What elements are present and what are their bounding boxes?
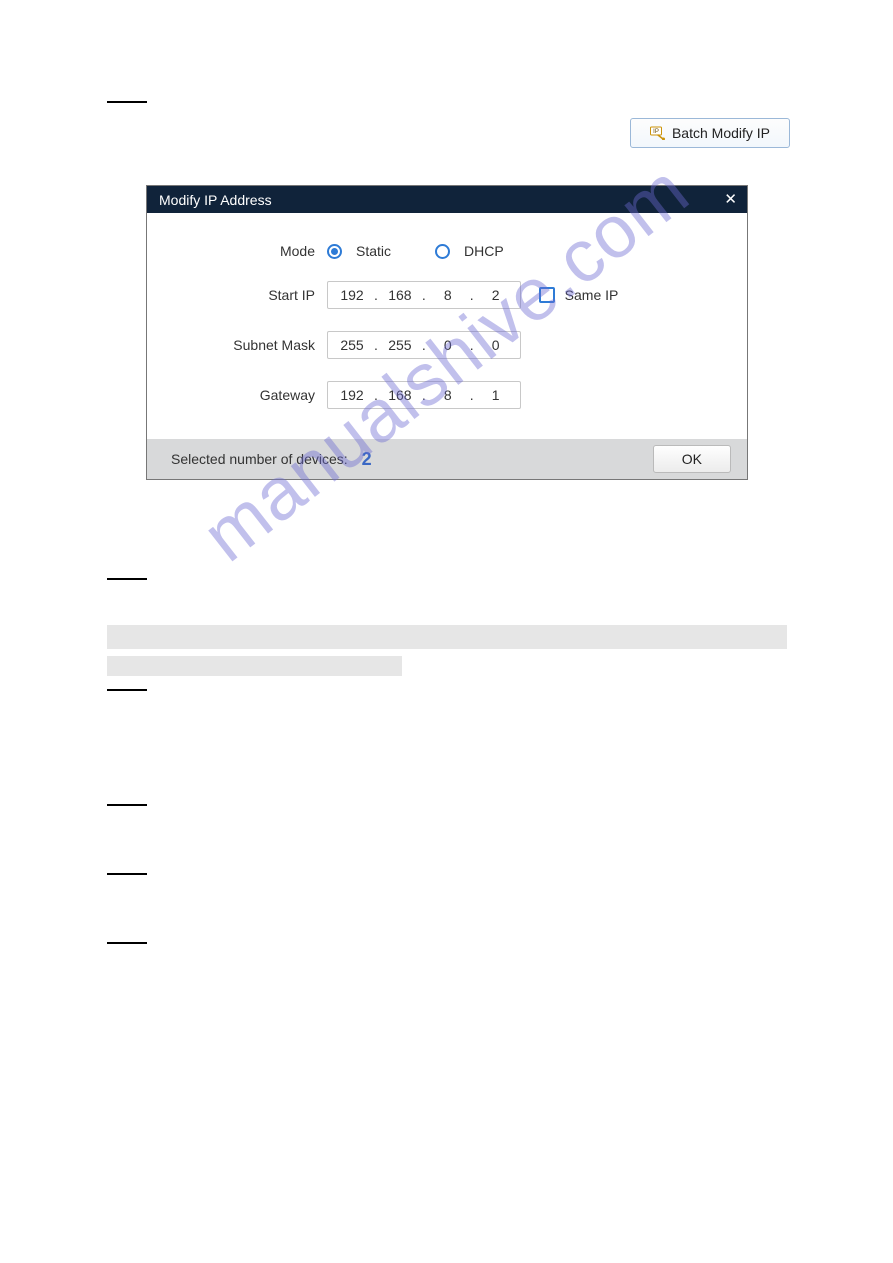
start-ip-octet-2[interactable] <box>380 287 420 303</box>
close-icon[interactable]: ✕ <box>724 192 737 207</box>
radio-dhcp[interactable] <box>435 244 450 259</box>
modify-ip-dialog: Modify IP Address ✕ Mode Static DHCP Sta… <box>146 185 748 480</box>
gateway-octet-1[interactable] <box>332 387 372 403</box>
mode-label: Mode <box>167 243 327 259</box>
ip-dot-icon: . <box>420 287 428 303</box>
ip-wrench-icon: IP <box>650 126 666 140</box>
gateway-input-group: . . . <box>327 381 521 409</box>
subnet-label: Subnet Mask <box>167 337 327 353</box>
svg-text:IP: IP <box>653 129 659 135</box>
gateway-label: Gateway <box>167 387 327 403</box>
ip-dot-icon: . <box>372 337 380 353</box>
same-ip-checkbox[interactable] <box>539 287 555 303</box>
radio-dhcp-label: DHCP <box>464 243 504 259</box>
ip-dot-icon: . <box>468 387 476 403</box>
ip-dot-icon: . <box>372 387 380 403</box>
ip-dot-icon: . <box>468 287 476 303</box>
dialog-body: Mode Static DHCP Start IP . . . Same IP <box>147 213 747 439</box>
grey-bar-2 <box>107 656 402 676</box>
subnet-octet-4[interactable] <box>476 337 516 353</box>
row-gateway: Gateway . . . <box>167 381 727 409</box>
row-subnet: Subnet Mask . . . <box>167 331 727 359</box>
subnet-octet-2[interactable] <box>380 337 420 353</box>
decor-line-6 <box>107 942 147 944</box>
start-ip-label: Start IP <box>167 287 327 303</box>
radio-static-label: Static <box>356 243 391 259</box>
decor-line-2 <box>107 578 147 580</box>
row-mode: Mode Static DHCP <box>167 243 727 259</box>
ip-dot-icon: . <box>420 387 428 403</box>
footer-left: Selected number of devices: 2 <box>171 449 372 470</box>
batch-modify-ip-label: Batch Modify IP <box>672 125 770 141</box>
subnet-octet-1[interactable] <box>332 337 372 353</box>
ip-dot-icon: . <box>468 337 476 353</box>
subnet-octet-3[interactable] <box>428 337 468 353</box>
row-start-ip: Start IP . . . Same IP <box>167 281 727 309</box>
ok-button[interactable]: OK <box>653 445 731 473</box>
dialog-title-text: Modify IP Address <box>159 192 272 208</box>
batch-modify-ip-button[interactable]: IP Batch Modify IP <box>630 118 790 148</box>
mode-radio-group: Static DHCP <box>327 243 504 259</box>
dialog-titlebar: Modify IP Address ✕ <box>147 186 747 213</box>
grey-bar-1 <box>107 625 787 649</box>
start-ip-octet-1[interactable] <box>332 287 372 303</box>
same-ip-label: Same IP <box>565 287 619 303</box>
selected-devices-label: Selected number of devices: <box>171 451 348 467</box>
decor-line-5 <box>107 873 147 875</box>
subnet-input-group: . . . <box>327 331 521 359</box>
start-ip-input-group: . . . <box>327 281 521 309</box>
start-ip-octet-3[interactable] <box>428 287 468 303</box>
ip-dot-icon: . <box>372 287 380 303</box>
radio-static[interactable] <box>327 244 342 259</box>
dialog-footer: Selected number of devices: 2 OK <box>147 439 747 479</box>
decor-line-4 <box>107 804 147 806</box>
start-ip-octet-4[interactable] <box>476 287 516 303</box>
ip-dot-icon: . <box>420 337 428 353</box>
gateway-octet-2[interactable] <box>380 387 420 403</box>
decor-line-3 <box>107 689 147 691</box>
selected-devices-count: 2 <box>362 449 372 470</box>
gateway-octet-4[interactable] <box>476 387 516 403</box>
decor-line-1 <box>107 101 147 103</box>
gateway-octet-3[interactable] <box>428 387 468 403</box>
radio-dot-icon <box>331 248 338 255</box>
